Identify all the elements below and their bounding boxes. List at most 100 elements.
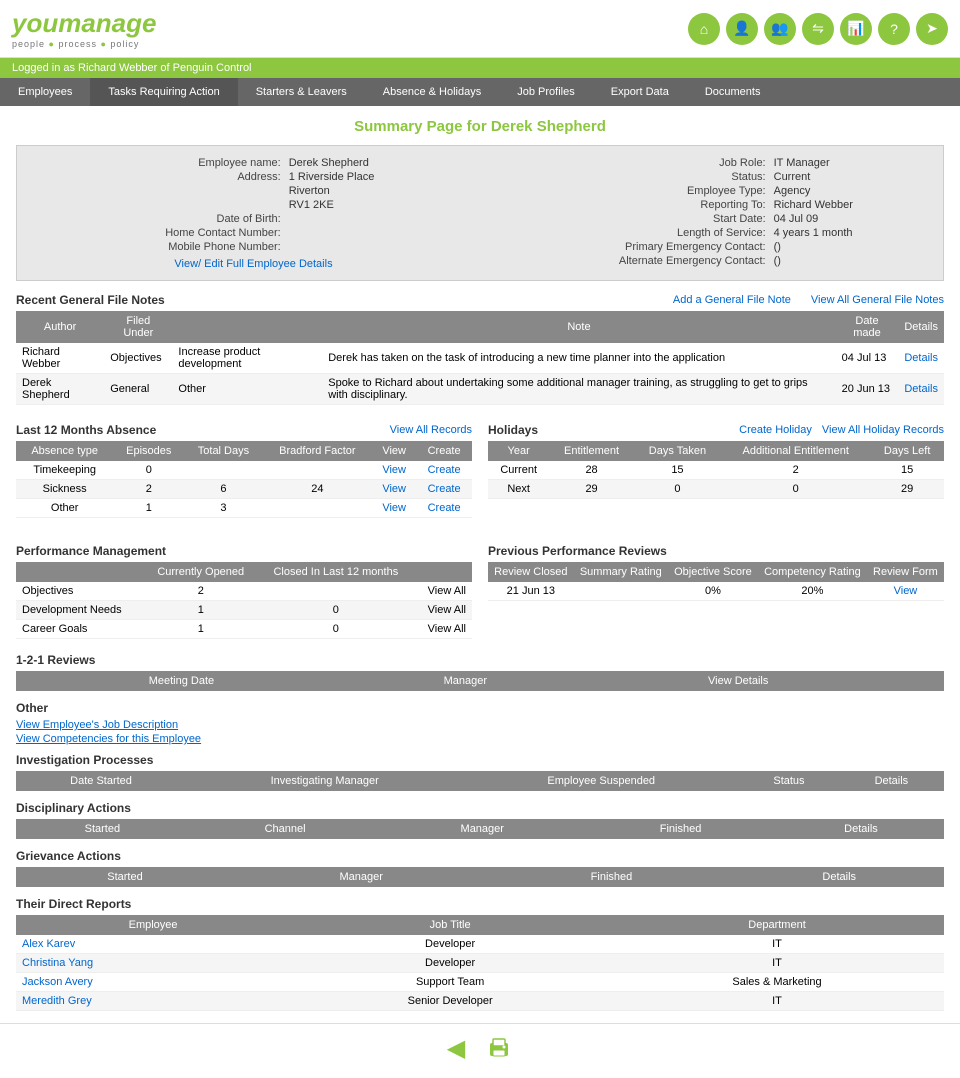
file-notes-header: Recent General File Notes Add a General … — [16, 293, 944, 307]
edit-employee-link[interactable]: View/ Edit Full Employee Details — [174, 258, 332, 270]
employee-link[interactable]: Meredith Grey — [22, 995, 92, 1007]
note-details-link[interactable]: Details — [904, 352, 938, 364]
performance-table: Currently Opened Closed In Last 12 month… — [16, 562, 472, 639]
view-all-objectives-link[interactable]: View All — [428, 585, 466, 597]
performance-row: Performance Management Currently Opened … — [16, 534, 944, 643]
holidays-header: Holidays Create Holiday View All Holiday… — [488, 423, 944, 437]
nav-documents[interactable]: Documents — [687, 78, 779, 106]
col-year: Year — [488, 441, 549, 461]
primary-ec-label: Primary Emergency Contact: — [480, 240, 770, 254]
header-icons: ⌂ 👤 👥 ⇋ 📊 ? ➤ — [688, 13, 948, 45]
table-row: Objectives 2 View All — [16, 582, 472, 601]
home-contact-label: Home Contact Number: — [27, 226, 285, 240]
nav-export[interactable]: Export Data — [593, 78, 687, 106]
col-author: Author — [16, 311, 104, 343]
employee-link[interactable]: Jackson Avery — [22, 976, 93, 988]
performance-col: Performance Management Currently Opened … — [16, 534, 472, 643]
primary-ec-value: () — [770, 240, 933, 254]
note-author: Richard Webber — [16, 343, 104, 374]
investigation-title: Investigation Processes — [16, 753, 153, 767]
nav-employees[interactable]: Employees — [0, 78, 90, 106]
disciplinary-table: Started Channel Manager Finished Details — [16, 819, 944, 839]
absence-episodes: 1 — [113, 499, 184, 518]
col-meeting-date: Meeting Date — [16, 671, 347, 691]
job-role-value: IT Manager — [770, 156, 933, 170]
competencies-link[interactable]: View Competencies for this Employee — [16, 733, 944, 745]
nav-job-profiles[interactable]: Job Profiles — [499, 78, 592, 106]
absence-type: Timekeeping — [16, 461, 113, 480]
print-button[interactable] — [485, 1034, 513, 1068]
absence-col: Last 12 Months Absence View All Records … — [16, 413, 472, 526]
view-review-form-link[interactable]: View — [894, 585, 918, 597]
view-all-absence-link[interactable]: View All Records — [390, 424, 472, 436]
status-label: Status: — [480, 170, 770, 184]
address-line2: Riverton — [285, 184, 480, 198]
note-date: 20 Jun 13 — [836, 374, 899, 405]
col-add-entitlement: Additional Entitlement — [721, 441, 870, 461]
col-employee: Employee — [16, 915, 290, 935]
login-bar: Logged in as Richard Webber of Penguin C… — [0, 58, 960, 78]
view-holiday-link[interactable]: View All Holiday Records — [822, 424, 944, 436]
employee-link[interactable]: Alex Karev — [22, 938, 75, 950]
table-row: Career Goals 1 0 View All — [16, 620, 472, 639]
121-reviews-table: Meeting Date Manager View Details — [16, 671, 944, 691]
view-absence-link[interactable]: View — [382, 464, 406, 476]
nav-absence[interactable]: Absence & Holidays — [365, 78, 499, 106]
col-started: Started — [16, 867, 234, 887]
table-row: Timekeeping 0 View Create — [16, 461, 472, 480]
address-line3: RV1 2KE — [285, 198, 480, 212]
col-manager: Manager — [347, 671, 584, 691]
col-details: Details — [734, 867, 944, 887]
col-manager: Manager — [234, 867, 488, 887]
col-employee-suspended: Employee Suspended — [463, 771, 739, 791]
nav-starters[interactable]: Starters & Leavers — [238, 78, 365, 106]
note-details: Details — [898, 374, 944, 405]
main-content: Summary Page for Derek Shepherd Employee… — [0, 106, 960, 1023]
view-all-career-link[interactable]: View All — [428, 623, 466, 635]
header: youmanage people ● process ● policy ⌂ 👤 … — [0, 0, 960, 58]
col-review-closed: Review Closed — [488, 562, 574, 582]
transfer-icon[interactable]: ⇋ — [802, 13, 834, 45]
edit-link-container: View/ Edit Full Employee Details — [27, 258, 480, 270]
start-date-label: Start Date: — [480, 212, 770, 226]
address-value: 1 Riverside Place — [285, 170, 480, 184]
col-started: Started — [16, 819, 189, 839]
home-icon[interactable]: ⌂ — [688, 13, 720, 45]
back-button[interactable]: ◀ — [447, 1034, 465, 1068]
col-create: Create — [416, 441, 472, 461]
other-links: View Employee's Job Description View Com… — [16, 719, 944, 745]
job-description-link[interactable]: View Employee's Job Description — [16, 719, 944, 731]
col-competency-rating: Competency Rating — [758, 562, 867, 582]
prev-reviews-header: Previous Performance Reviews — [488, 544, 944, 558]
create-absence-link[interactable]: Create — [428, 502, 461, 514]
person-icon[interactable]: 👤 — [726, 13, 758, 45]
prev-reviews-title: Previous Performance Reviews — [488, 544, 667, 558]
help-icon[interactable]: ? — [878, 13, 910, 45]
note-details-link[interactable]: Details — [904, 383, 938, 395]
view-absence-link[interactable]: View — [382, 502, 406, 514]
view-all-notes-link[interactable]: View All General File Notes — [811, 294, 944, 306]
holidays-col: Holidays Create Holiday View All Holiday… — [488, 413, 944, 526]
col-view: View — [372, 441, 416, 461]
col-currently-opened: Currently Opened — [144, 562, 257, 582]
forward-icon[interactable]: ➤ — [916, 13, 948, 45]
view-all-dev-link[interactable]: View All — [428, 604, 466, 616]
employee-link[interactable]: Christina Yang — [22, 957, 93, 969]
create-absence-link[interactable]: Create — [428, 464, 461, 476]
absence-type: Other — [16, 499, 113, 518]
emp-type-label: Employee Type: — [480, 184, 770, 198]
col-investigating-manager: Investigating Manager — [186, 771, 463, 791]
add-file-note-link[interactable]: Add a General File Note — [673, 294, 791, 306]
grievance-table: Started Manager Finished Details — [16, 867, 944, 887]
create-absence-link[interactable]: Create — [428, 483, 461, 495]
table-row: Sickness 2 6 24 View Create — [16, 480, 472, 499]
col-job-title: Job Title — [290, 915, 610, 935]
people-icon[interactable]: 👥 — [764, 13, 796, 45]
perf-label: Career Goals — [16, 620, 144, 639]
nav-tasks[interactable]: Tasks Requiring Action — [90, 78, 237, 106]
view-absence-link[interactable]: View — [382, 483, 406, 495]
chart-icon[interactable]: 📊 — [840, 13, 872, 45]
address-label: Address: — [27, 170, 285, 184]
create-holiday-link[interactable]: Create Holiday — [739, 424, 812, 436]
table-row: Derek Shepherd General Other Spoke to Ri… — [16, 374, 944, 405]
